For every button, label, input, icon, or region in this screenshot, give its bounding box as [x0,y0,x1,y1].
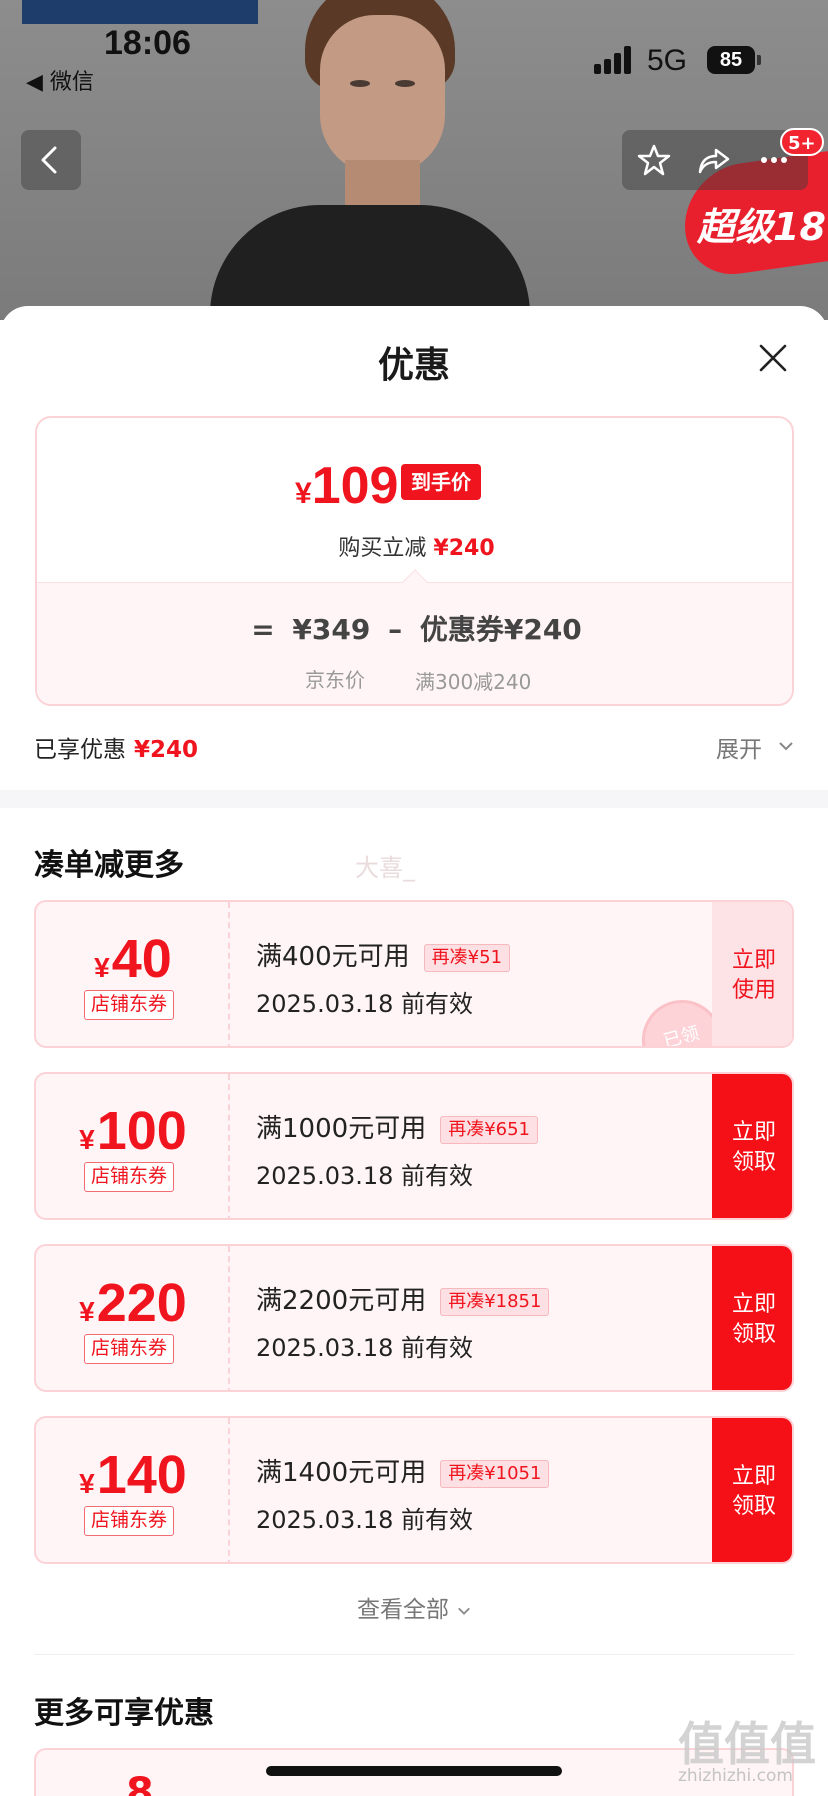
star-icon[interactable] [636,142,672,178]
coupon-type: 店铺东券 [84,990,175,1020]
view-all-button[interactable]: 查看全部 [0,1590,828,1624]
coupon-condition: 满1000元可用 再凑¥651 [256,1108,539,1145]
final-price-tag: 到手价 [401,464,481,500]
claim-coupon-button[interactable]: 立即 领取 [712,1074,792,1218]
chevron-down-icon [779,742,793,751]
sheet-title: 优惠 [377,345,450,386]
final-price: ¥109 [295,457,399,515]
jd-price-label: 京东价 [305,668,365,692]
enjoyed-discount: 已享优惠 ¥240 [34,737,199,763]
claim-coupon-button[interactable]: 立即 领取 [712,1246,792,1390]
status-time: 18:06 [104,24,191,62]
share-icon[interactable] [696,142,732,178]
coupon-amount: ¥40 [94,929,172,989]
coupon-condition: 满1400元可用 再凑¥1051 [256,1452,550,1489]
coupon-type: 店铺东券 [84,1162,175,1192]
coupon-condition: 满400元可用 再凑¥51 [256,936,511,973]
more-needed-badge: 再凑¥1851 [440,1287,550,1316]
coupon-condition: 满2200元可用 再凑¥1851 [256,1280,550,1317]
coupon-amount: ¥100 [79,1101,187,1161]
coupon-card: ¥220 店铺东券 满2200元可用 再凑¥1851 2025.03.18 前有效… [34,1244,794,1392]
expand-button[interactable]: 展开 [716,730,762,764]
chevron-left-icon [41,146,57,174]
promo-label: 超级18 [697,205,826,249]
back-to-wechat-link[interactable]: ◀ 微信 [26,64,94,96]
coupon-card: ¥140 店铺东券 满1400元可用 再凑¥1051 2025.03.18 前有效… [34,1416,794,1564]
coupon-type: 店铺东券 [84,1334,175,1364]
coupon-validity: 2025.03.18 前有效 [256,990,474,1018]
close-icon[interactable] [755,340,791,376]
home-indicator[interactable] [266,1766,562,1776]
back-button[interactable] [21,130,81,190]
coupon-type: 店铺东券 [84,1506,175,1536]
price-formula: = ¥349 – 优惠券¥240 [251,613,582,646]
site-watermark-url: zhizhizhi.com [678,1766,793,1786]
more-needed-badge: 再凑¥51 [423,943,511,972]
coupon-amount: ¥140 [79,1445,187,1505]
coupon-validity: 2025.03.18 前有效 [256,1506,474,1534]
site-watermark: 值值值 [678,1717,816,1771]
coupon-rule-label: 满300减240 [415,670,532,694]
status-bar: 18:06 ◀ 微信 5G 85 [0,0,828,100]
chevron-down-icon [458,1607,470,1615]
coupon-validity: 2025.03.18 前有效 [256,1334,474,1362]
battery-icon: 85 [707,46,755,74]
discount-sheet: 优惠 ¥109 到手价 购买立减 ¥240 = ¥349 – 优惠券¥240 京… [0,306,828,1796]
message-count-badge: 5+ [780,128,824,156]
coupon-amount: 8 [126,1770,154,1796]
user-watermark: 大喜_ [355,854,415,882]
coupon-card: ¥40 店铺东券 满400元可用 再凑¥51 2025.03.18 前有效 已领 … [34,900,794,1048]
coupon-amount: ¥220 [79,1273,187,1333]
section-title: 凑单减更多 [34,848,184,883]
more-needed-badge: 再凑¥651 [440,1115,539,1144]
coupon-validity: 2025.03.18 前有效 [256,1162,474,1190]
instant-discount-line: 购买立减 ¥240 [338,536,495,561]
more-needed-badge: 再凑¥1051 [440,1459,550,1488]
coupon-card: ¥100 店铺东券 满1000元可用 再凑¥651 2025.03.18 前有效 … [34,1072,794,1220]
claim-coupon-button[interactable]: 立即 领取 [712,1418,792,1562]
use-coupon-button[interactable]: 立即 使用 [712,902,792,1046]
signal-icon [594,46,634,74]
network-type: 5G [647,44,688,77]
price-breakdown-card: ¥109 到手价 购买立减 ¥240 = ¥349 – 优惠券¥240 京东价 … [35,416,794,706]
section-title: 更多可享优惠 [34,1696,214,1731]
